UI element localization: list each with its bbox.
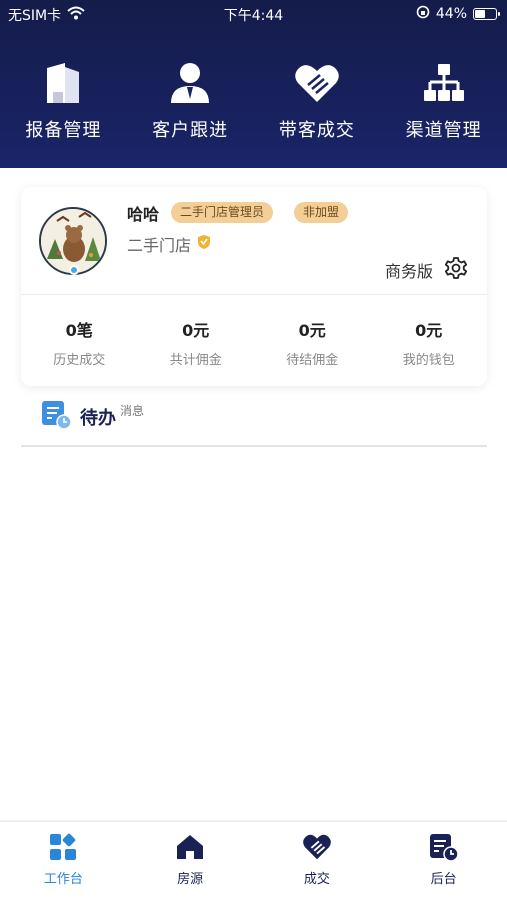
todo-divider (21, 445, 487, 447)
todo-header[interactable]: 待办 消息 (40, 398, 144, 434)
profile-card: 哈哈 二手门店管理员 非加盟 二手门店 商务版 0笔 历史成交 0元 共计佣金 … (21, 187, 487, 386)
stat-value: 0笔 (65, 321, 93, 340)
stat-value: 0元 (182, 321, 210, 340)
handshake-icon (302, 832, 332, 862)
stat-value: 0元 (415, 321, 443, 340)
tab-deals[interactable]: 成交 (254, 822, 381, 900)
quick-action-channel[interactable]: 渠道管理 (380, 60, 507, 142)
stat-label: 历史成交 (53, 353, 106, 368)
quick-action-report[interactable]: 报备管理 (0, 60, 127, 142)
person-icon (167, 60, 213, 106)
quick-action-label: 渠道管理 (405, 120, 482, 141)
stat-value: 0元 (298, 321, 326, 340)
edition-label: 商务版 (384, 262, 433, 281)
verified-shield-icon (197, 234, 211, 254)
stat-total-commission[interactable]: 0元 共计佣金 (138, 317, 255, 368)
dashboard-icon (48, 832, 78, 862)
quick-action-label: 报备管理 (25, 120, 102, 141)
rotation-lock-icon (416, 5, 430, 23)
avatar-illustration (41, 209, 105, 273)
battery-percent: 44% (435, 6, 467, 22)
stats-row: 0笔 历史成交 0元 共计佣金 0元 待结佣金 0元 我的钱包 (21, 317, 487, 368)
tab-backend[interactable]: 后台 (380, 822, 507, 900)
handshake-heart-icon (294, 60, 340, 106)
quick-action-label: 客户跟进 (152, 120, 229, 141)
avatar-house-badge (69, 265, 79, 275)
tab-bar: 工作台 房源 成交 后台 (0, 820, 507, 900)
todo-title: 待办 (80, 408, 116, 429)
user-name: 哈哈 (127, 205, 160, 224)
edition-row: 商务版 (384, 257, 468, 283)
stat-label: 共计佣金 (169, 353, 222, 368)
battery-icon (473, 8, 500, 20)
quick-action-deal[interactable]: 带客成交 (254, 60, 381, 142)
shop-row: 二手门店 (127, 232, 211, 256)
building-icon (40, 60, 86, 106)
card-divider (21, 294, 487, 295)
tab-workbench[interactable]: 工作台 (0, 822, 127, 900)
tab-label: 后台 (430, 872, 457, 887)
house-icon (175, 832, 205, 862)
tab-label: 成交 (303, 872, 330, 887)
todo-list-clock-icon (40, 398, 72, 434)
quick-action-customer[interactable]: 客户跟进 (127, 60, 254, 142)
stat-pending-commission[interactable]: 0元 待结佣金 (254, 317, 371, 368)
workbench-screen: 无SIM卡 下午4:44 44% 报备管理 客户跟进 带客成交 渠道管理 哈哈 … (0, 0, 507, 900)
backend-icon (429, 832, 459, 862)
stat-label: 我的钱包 (402, 353, 455, 368)
quick-actions: 报备管理 客户跟进 带客成交 渠道管理 (0, 60, 507, 142)
shop-name: 二手门店 (127, 236, 192, 255)
franchise-tag: 非加盟 (294, 202, 349, 223)
status-right: 44% (416, 5, 500, 23)
stat-label: 待结佣金 (286, 353, 339, 368)
tab-label: 房源 (177, 872, 204, 887)
header: 无SIM卡 下午4:44 44% 报备管理 客户跟进 带客成交 渠道管理 (0, 0, 507, 168)
role-tag: 二手门店管理员 (171, 202, 274, 223)
status-bar: 无SIM卡 下午4:44 44% (0, 0, 507, 28)
quick-action-label: 带客成交 (278, 120, 355, 141)
stat-wallet[interactable]: 0元 我的钱包 (371, 317, 488, 368)
settings-gear-icon[interactable] (444, 257, 468, 283)
tab-label: 工作台 (43, 872, 83, 887)
tab-listings[interactable]: 房源 (127, 822, 254, 900)
stat-history-deals[interactable]: 0笔 历史成交 (21, 317, 138, 368)
hierarchy-icon (421, 60, 467, 106)
todo-subtitle: 消息 (120, 404, 145, 418)
